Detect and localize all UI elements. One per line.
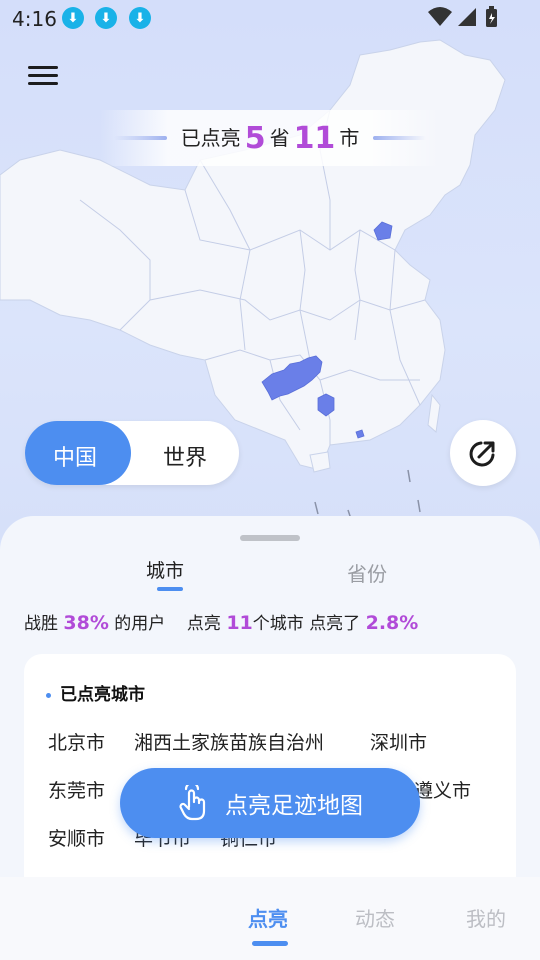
tab-city[interactable]: 城市 [146, 556, 184, 583]
nav-item-mine[interactable]: 我的 [466, 903, 506, 932]
share-arrow-icon [469, 441, 495, 467]
cta-label: 点亮足迹地图 [225, 793, 363, 819]
stats-lit-percent-prefix: 点亮了 [309, 614, 361, 634]
nav-item-light[interactable]: 点亮 [248, 903, 288, 932]
signal-icon [458, 8, 476, 26]
nav-active-indicator [252, 941, 288, 946]
nav-item-feed[interactable]: 动态 [355, 903, 395, 932]
china-landmass [0, 39, 506, 471]
stats-beat-suffix: 的用户 [114, 614, 166, 634]
download-icon: ⬇ [129, 7, 151, 29]
light-footprint-map-button[interactable]: 点亮足迹地图 [120, 768, 420, 838]
city-item: 湘西土家族苗族自治州 [134, 732, 325, 754]
banner-decor-line [373, 136, 426, 140]
lit-region-guangdong [355, 429, 365, 439]
download-icon: ⬇ [62, 7, 84, 29]
province-unit: 省 [269, 125, 290, 150]
toggle-world-label[interactable]: 世界 [163, 440, 207, 472]
stats-beat-percent: 38% [63, 612, 109, 634]
lit-summary-banner: 已点亮 5 省 11 市 [100, 110, 440, 166]
sheet-drag-handle[interactable] [240, 535, 300, 541]
card-title-text: 已点亮城市 [60, 685, 145, 705]
tap-hand-icon [179, 785, 206, 821]
status-icons [428, 6, 497, 27]
city-count: 11 [293, 120, 336, 156]
city-unit: 市 [339, 125, 360, 150]
nine-dash-line [314, 469, 421, 523]
battery-icon [486, 6, 497, 27]
banner-prefix: 已点亮 [180, 125, 241, 150]
status-bar: 4:16 ⬇ ⬇ ⬇ [0, 0, 540, 36]
city-item: 深圳市 [370, 732, 428, 754]
download-icon: ⬇ [95, 7, 117, 29]
stats-line: 战胜 38% 的用户 点亮 11个城市 点亮了 2.8% [24, 609, 418, 634]
region-toggle: 中国 世界 [25, 421, 239, 485]
bottom-nav: 点亮 动态 我的 [0, 877, 540, 960]
city-item: 安顺市 [48, 828, 106, 850]
status-time: 4:16 [12, 7, 57, 31]
stats-lit-count: 11 [226, 612, 253, 634]
province-count: 5 [244, 120, 266, 156]
toggle-china-label[interactable]: 中国 [53, 440, 97, 472]
share-button[interactable] [450, 420, 516, 486]
city-item: 北京市 [48, 732, 106, 754]
bullet-dot [46, 692, 51, 698]
card-title: 已点亮城市 [46, 680, 145, 705]
hamburger-menu-icon[interactable] [26, 62, 60, 96]
tab-active-indicator [157, 587, 183, 591]
tab-province[interactable]: 省份 [347, 558, 387, 587]
taiwan-island [427, 393, 441, 433]
stats-lit-prefix: 点亮 [186, 614, 221, 634]
wifi-icon [428, 7, 452, 26]
banner-text: 已点亮 5 省 11 市 [181, 121, 360, 156]
stats-lit-suffix: 个城市 [252, 614, 304, 634]
city-item: 东莞市 [48, 780, 106, 802]
city-item: 遵义市 [414, 780, 472, 802]
banner-decor-line [114, 136, 167, 140]
stats-beat-prefix: 战胜 [24, 614, 58, 634]
stats-lit-percent: 2.8% [365, 612, 419, 634]
hainan-island [309, 451, 331, 473]
